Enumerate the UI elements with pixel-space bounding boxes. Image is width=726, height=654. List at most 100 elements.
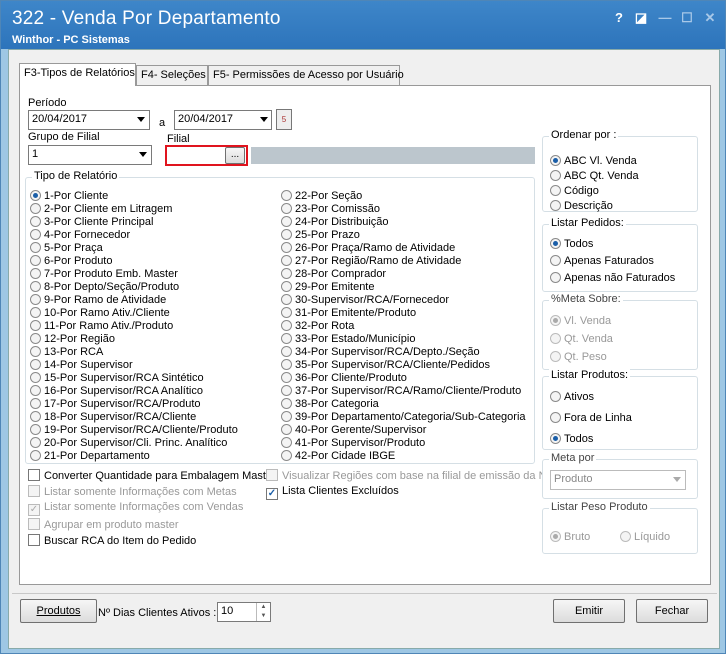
spin-down-icon[interactable]: ▼ — [257, 612, 270, 621]
tipo-relatorio-option[interactable]: 27-Por Região/Ramo de Atividade — [281, 255, 461, 268]
tipo-relatorio-option[interactable]: 11-Por Ramo Ativ./Produto — [30, 320, 173, 333]
tipo-relatorio-option[interactable]: 22-Por Seção — [281, 190, 362, 203]
produtos-todos[interactable]: Todos — [550, 433, 593, 446]
ordenar-opt-label: ABC Qt. Venda — [564, 170, 639, 182]
visualizar-regioes-checkbox[interactable]: Visualizar Regiões com base na filial de… — [266, 469, 542, 482]
produtos-button[interactable]: Produtos — [20, 599, 97, 623]
tipo-relatorio-option[interactable]: 25-Por Prazo — [281, 229, 360, 242]
tipo-relatorio-option[interactable]: 10-Por Ramo Ativ./Cliente — [30, 307, 170, 320]
tipo-relatorio-option[interactable]: 4-Por Fornecedor — [30, 229, 130, 242]
dias-spinner[interactable]: ▲ ▼ — [256, 603, 270, 621]
meta-qt-peso[interactable]: Qt. Peso — [550, 351, 607, 364]
meta-vl-venda[interactable]: Vl. Venda — [550, 315, 611, 328]
listar-produtos-label: Listar Produtos: — [549, 369, 631, 381]
tipo-relatorio-option[interactable]: 9-Por Ramo de Atividade — [30, 294, 166, 307]
pedidos-nao-faturados[interactable]: Apenas não Faturados — [550, 272, 675, 285]
checkbox-box — [28, 518, 40, 530]
tipo-relatorio-option[interactable]: 14-Por Supervisor — [30, 359, 133, 372]
tipo-relatorio-option[interactable]: 19-Por Supervisor/RCA/Cliente/Produto — [30, 424, 238, 437]
radio-dot — [550, 333, 561, 344]
tipo-relatorio-option[interactable]: 13-Por RCA — [30, 346, 103, 359]
peso-liquido[interactable]: Líquido — [620, 531, 670, 544]
tipo-relatorio-option[interactable]: 17-Por Supervisor/RCA/Produto — [30, 398, 201, 411]
emitir-button[interactable]: Emitir — [553, 599, 625, 623]
maximize-icon[interactable]: ☐ — [679, 10, 695, 26]
restore-icon[interactable]: ◪ — [633, 10, 649, 26]
tipo-relatorio-option[interactable]: 26-Por Praça/Ramo de Atividade — [281, 242, 455, 255]
grupo-filial-select[interactable]: 1 — [28, 145, 152, 165]
tipo-relatorio-option[interactable]: 29-Por Emitente — [281, 281, 374, 294]
ordenar-abc-vl-venda[interactable]: ABC Vl. Venda — [550, 155, 637, 168]
agrupar-checkbox[interactable]: Agrupar em produto master — [28, 518, 179, 531]
periodo-to-dropdown[interactable] — [256, 110, 272, 130]
help-icon[interactable]: ? — [611, 10, 627, 26]
listar-vendas-checkbox[interactable]: ✓ Listar somente Informações com Vendas — [28, 501, 243, 516]
listar-metas-checkbox[interactable]: Listar somente Informações com Metas — [28, 485, 237, 498]
radio-dot — [550, 170, 561, 181]
tipo-relatorio-option[interactable]: 6-Por Produto — [30, 255, 112, 268]
tipo-relatorio-option-label: 26-Por Praça/Ramo de Atividade — [295, 242, 456, 254]
tipo-relatorio-option[interactable]: 12-Por Região — [30, 333, 115, 346]
checkbox-box — [266, 469, 278, 481]
tipo-relatorio-option-label: 6-Por Produto — [44, 255, 113, 267]
tipo-relatorio-option[interactable]: 41-Por Supervisor/Produto — [281, 437, 425, 450]
fechar-button[interactable]: Fechar — [636, 599, 708, 623]
tipo-relatorio-option[interactable]: 33-Por Estado/Município — [281, 333, 415, 346]
tipo-relatorio-option[interactable]: 7-Por Produto Emb. Master — [30, 268, 178, 281]
periodo-from-date[interactable]: 20/04/2017 — [28, 110, 150, 130]
tipo-relatorio-option[interactable]: 34-Por Supervisor/RCA/Depto./Seção — [281, 346, 480, 359]
tipo-relatorio-option[interactable]: 24-Por Distribuição — [281, 216, 389, 229]
buscar-rca-checkbox[interactable]: Buscar RCA do Item do Pedido — [28, 534, 196, 547]
tipo-relatorio-option[interactable]: 2-Por Cliente em Litragem — [30, 203, 172, 216]
ordenar-abc-qt-venda[interactable]: ABC Qt. Venda — [550, 170, 639, 183]
meta-por-select[interactable]: Produto — [550, 470, 686, 490]
tab-selecoes[interactable]: F4- Seleções — [136, 65, 208, 85]
radio-dot — [281, 333, 292, 344]
close-icon[interactable]: ✕ — [702, 10, 718, 26]
tipo-relatorio-option[interactable]: 23-Por Comissão — [281, 203, 380, 216]
radio-dot — [550, 412, 561, 423]
produtos-fora-linha[interactable]: Fora de Linha — [550, 412, 632, 425]
tipo-relatorio-option-label: 33-Por Estado/Município — [295, 333, 416, 345]
converter-checkbox[interactable]: Converter Quantidade para Embalagem Mast… — [28, 469, 276, 482]
tipo-relatorio-option[interactable]: 31-Por Emitente/Produto — [281, 307, 416, 320]
tipo-relatorio-option-label: 23-Por Comissão — [295, 203, 380, 215]
tipo-relatorio-option[interactable]: 5-Por Praça — [30, 242, 103, 255]
tipo-relatorio-option[interactable]: 1-Por Cliente — [30, 190, 108, 203]
tipo-relatorio-option-label: 24-Por Distribuição — [295, 216, 389, 228]
tipo-relatorio-option[interactable]: 36-Por Cliente/Produto — [281, 372, 407, 385]
ordenar-descricao[interactable]: Descrição — [550, 200, 613, 213]
meta-sobre-label: %Meta Sobre: — [549, 293, 623, 305]
tipo-relatorio-option-label: 35-Por Supervisor/RCA/Cliente/Pedidos — [295, 359, 491, 371]
tipo-relatorio-option[interactable]: 39-Por Departamento/Categoria/Sub-Catego… — [281, 411, 526, 424]
calendar-icon[interactable]: 5 — [276, 109, 292, 130]
tipo-relatorio-option[interactable]: 35-Por Supervisor/RCA/Cliente/Pedidos — [281, 359, 490, 372]
tipo-relatorio-option[interactable]: 42-Por Cidade IBGE — [281, 450, 395, 463]
tipo-relatorio-option[interactable]: 3-Por Cliente Principal — [30, 216, 153, 229]
tipo-relatorio-option[interactable]: 21-Por Departamento — [30, 450, 150, 463]
tipo-relatorio-option[interactable]: 18-Por Supervisor/RCA/Cliente — [30, 411, 196, 424]
ordenar-codigo[interactable]: Código — [550, 185, 599, 198]
tipo-relatorio-option[interactable]: 20-Por Supervisor/Cli. Princ. Analítico — [30, 437, 227, 450]
peso-bruto[interactable]: Bruto — [550, 531, 590, 544]
tipo-relatorio-option[interactable]: 37-Por Supervisor/RCA/Ramo/Cliente/Produ… — [281, 385, 521, 398]
tipo-relatorio-option[interactable]: 15-Por Supervisor/RCA Sintético — [30, 372, 204, 385]
minimize-icon[interactable]: — — [657, 10, 673, 26]
tab-tipos-relatorios[interactable]: F3-Tipos de Relatórios — [19, 63, 136, 86]
spin-up-icon[interactable]: ▲ — [257, 603, 270, 612]
tipo-relatorio-option[interactable]: 8-Por Depto/Seção/Produto — [30, 281, 179, 294]
lista-excluidos-checkbox[interactable]: ✓ Lista Clientes Excluídos — [266, 485, 399, 500]
filial-search-button[interactable]: ... — [225, 147, 245, 164]
tipo-relatorio-option[interactable]: 40-Por Gerente/Supervisor — [281, 424, 426, 437]
tipo-relatorio-option[interactable]: 38-Por Categoria — [281, 398, 379, 411]
tipo-relatorio-option-label: 28-Por Comprador — [295, 268, 387, 280]
pedidos-todos[interactable]: Todos — [550, 238, 593, 251]
pedidos-faturados[interactable]: Apenas Faturados — [550, 255, 654, 268]
tipo-relatorio-option[interactable]: 32-Por Rota — [281, 320, 354, 333]
tipo-relatorio-option[interactable]: 28-Por Comprador — [281, 268, 386, 281]
produtos-ativos[interactable]: Ativos — [550, 391, 594, 404]
tipo-relatorio-option[interactable]: 30-Supervisor/RCA/Fornecedor — [281, 294, 449, 307]
meta-qt-venda[interactable]: Qt. Venda — [550, 333, 613, 346]
tab-permissoes[interactable]: F5- Permissões de Acesso por Usuário — [208, 65, 404, 85]
tipo-relatorio-option[interactable]: 16-Por Supervisor/RCA Analítico — [30, 385, 203, 398]
